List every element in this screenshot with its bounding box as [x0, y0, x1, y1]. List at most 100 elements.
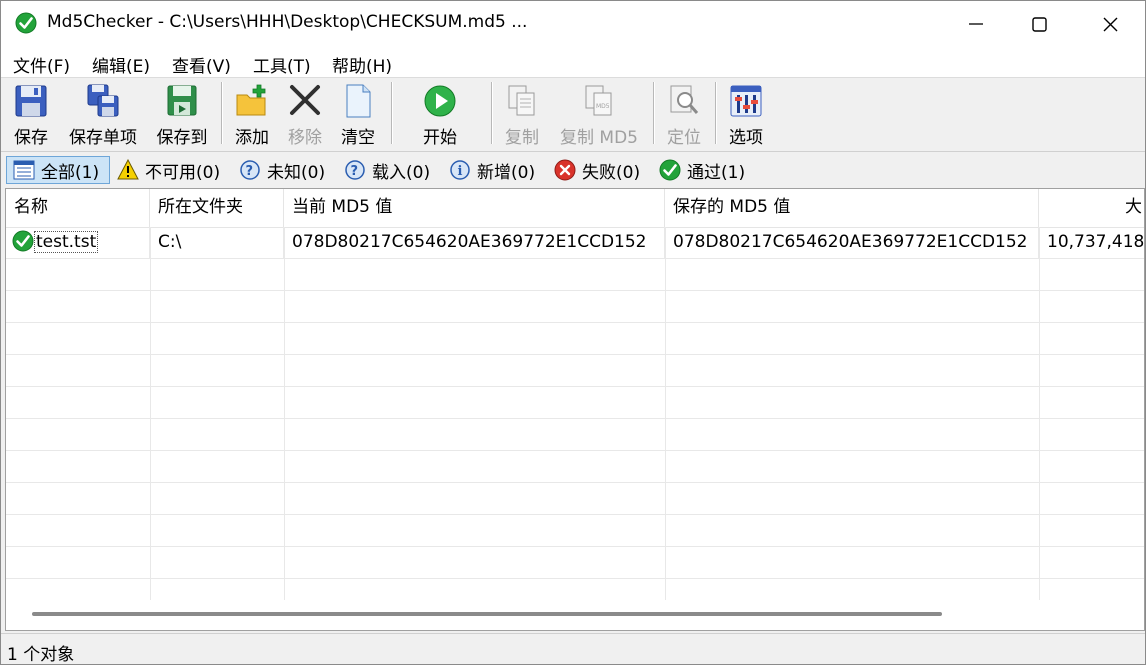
- svg-text:MD5: MD5: [596, 103, 610, 110]
- start-button[interactable]: 开始: [411, 78, 469, 148]
- table-row[interactable]: test.tst C:\ 078D80217C654620AE369772E1C…: [6, 227, 1145, 259]
- save-to-label: 保存到: [156, 128, 208, 148]
- play-icon: [424, 85, 456, 117]
- info-icon: i: [450, 160, 470, 180]
- menu-bar: 文件(F) 编辑(E) 查看(V) 工具(T) 帮助(H): [1, 47, 1145, 78]
- options-label: 选项: [729, 128, 763, 148]
- copy-md5-icon: MD5: [585, 85, 612, 116]
- empty-row: [6, 451, 1144, 483]
- error-x-icon: [554, 159, 576, 181]
- empty-row: [6, 547, 1144, 579]
- empty-row: [6, 387, 1144, 419]
- window-title: Md5Checker - C:\Users\HHH\Desktop\CHECKS…: [47, 12, 528, 32]
- remove-label: 移除: [288, 128, 322, 148]
- filter-passed[interactable]: 通过(1): [653, 156, 745, 184]
- options-sliders-icon: [730, 85, 762, 117]
- copy-icon: [508, 85, 535, 116]
- save-item-button[interactable]: 保存单项: [65, 78, 141, 148]
- copy-button[interactable]: 复制: [501, 78, 543, 148]
- blank-page-icon: [346, 84, 371, 118]
- maximize-button[interactable]: [1009, 1, 1069, 47]
- floppy-disk-icon: [15, 85, 47, 117]
- question-icon: ?: [240, 160, 260, 180]
- empty-row: [6, 419, 1144, 451]
- save-to-icon: [167, 85, 197, 116]
- app-window: Md5Checker - C:\Users\HHH\Desktop\CHECKS…: [0, 0, 1146, 665]
- cell-folder: C:\: [150, 227, 284, 258]
- toolbar: 保存 保存单项 保存到 添加 移除 清空 开始 复制 MD5 复制 MD5 定位…: [1, 78, 1145, 150]
- question-icon: ?: [345, 160, 365, 180]
- locate-label: 定位: [667, 128, 701, 148]
- column-header-saved-md5[interactable]: 保存的 MD5 值: [665, 189, 1039, 227]
- remove-button[interactable]: 移除: [284, 78, 326, 148]
- file-list[interactable]: 名称 所在文件夹 当前 MD5 值 保存的 MD5 值 大 test.tst C…: [5, 188, 1145, 631]
- close-button[interactable]: [1079, 1, 1141, 47]
- add-label: 添加: [235, 128, 269, 148]
- svg-text:i: i: [458, 164, 463, 179]
- remove-x-icon: [290, 85, 320, 115]
- save-button[interactable]: 保存: [9, 78, 53, 148]
- menu-tools[interactable]: 工具(T): [253, 52, 311, 77]
- locate-magnifier-icon: [670, 85, 699, 114]
- column-header-name[interactable]: 名称: [6, 189, 150, 227]
- check-icon: [659, 159, 681, 181]
- filter-passed-label: 通过(1): [687, 162, 746, 183]
- column-header-size[interactable]: 大: [1039, 189, 1144, 227]
- start-label: 开始: [423, 128, 457, 148]
- filter-unknown-label: 未知(0): [267, 162, 326, 183]
- warning-icon: [117, 159, 139, 180]
- toolbar-separator: [221, 82, 223, 144]
- menu-help[interactable]: 帮助(H): [332, 52, 392, 77]
- filter-bar: 全部(1) 不可用(0) ? 未知(0) ? 载入(0) i 新增(0) 失败(…: [1, 151, 1145, 188]
- check-icon: [15, 12, 37, 34]
- clear-button[interactable]: 清空: [337, 78, 379, 148]
- filter-unavailable[interactable]: 不可用(0): [111, 156, 220, 184]
- filter-new[interactable]: i 新增(0): [443, 156, 535, 184]
- filter-unknown[interactable]: ? 未知(0): [233, 156, 325, 184]
- empty-row: [6, 259, 1144, 291]
- column-header-current-md5[interactable]: 当前 MD5 值: [284, 189, 665, 227]
- empty-row: [6, 355, 1144, 387]
- cell-size: 10,737,418: [1047, 232, 1145, 252]
- cell-name: test.tst: [6, 227, 150, 258]
- filter-unavailable-label: 不可用(0): [145, 162, 221, 183]
- empty-row: [6, 483, 1144, 515]
- passed-check-icon: [12, 230, 34, 252]
- horizontal-scrollbar[interactable]: [6, 600, 1144, 630]
- maximize-icon: [1031, 16, 1047, 32]
- cell-current-md5: 078D80217C654620AE369772E1CCD152: [284, 227, 665, 258]
- locate-button[interactable]: 定位: [663, 78, 705, 148]
- save-to-button[interactable]: 保存到: [153, 78, 211, 148]
- scrollbar-thumb[interactable]: [32, 612, 942, 616]
- save-item-label: 保存单项: [69, 128, 137, 148]
- list-rows: test.tst C:\ 078D80217C654620AE369772E1C…: [6, 227, 1145, 611]
- column-header-folder[interactable]: 所在文件夹: [150, 189, 284, 227]
- floppy-stack-icon: [87, 84, 119, 117]
- add-folder-icon: [236, 84, 266, 116]
- add-button[interactable]: 添加: [231, 78, 273, 148]
- toolbar-separator: [715, 82, 717, 144]
- copy-md5-button[interactable]: MD5 复制 MD5: [555, 78, 643, 148]
- clear-label: 清空: [341, 128, 375, 148]
- cell-saved-md5: 078D80217C654620AE369772E1CCD152: [665, 227, 1039, 258]
- filter-all-label: 全部(1): [41, 162, 100, 183]
- empty-row: [6, 291, 1144, 323]
- toolbar-separator: [653, 82, 655, 144]
- filter-failed[interactable]: 失败(0): [548, 156, 640, 184]
- menu-file[interactable]: 文件(F): [13, 52, 70, 77]
- save-label: 保存: [14, 128, 48, 148]
- menu-view[interactable]: 查看(V): [172, 52, 231, 77]
- toolbar-separator: [391, 82, 393, 144]
- minimize-glyph-icon: [969, 23, 983, 25]
- filter-failed-label: 失败(0): [582, 162, 641, 183]
- status-bar: 1 个对象: [1, 633, 1145, 664]
- list-table-icon: [13, 160, 35, 180]
- filter-all[interactable]: 全部(1): [6, 156, 110, 184]
- options-button[interactable]: 选项: [725, 78, 767, 148]
- filter-loaded[interactable]: ? 载入(0): [338, 156, 430, 184]
- copy-label: 复制: [505, 128, 539, 148]
- menu-edit[interactable]: 编辑(E): [92, 52, 150, 77]
- list-header: 名称 所在文件夹 当前 MD5 值 保存的 MD5 值 大: [6, 189, 1144, 228]
- svg-text:?: ?: [246, 164, 254, 179]
- minimize-btn[interactable]: [946, 1, 1006, 47]
